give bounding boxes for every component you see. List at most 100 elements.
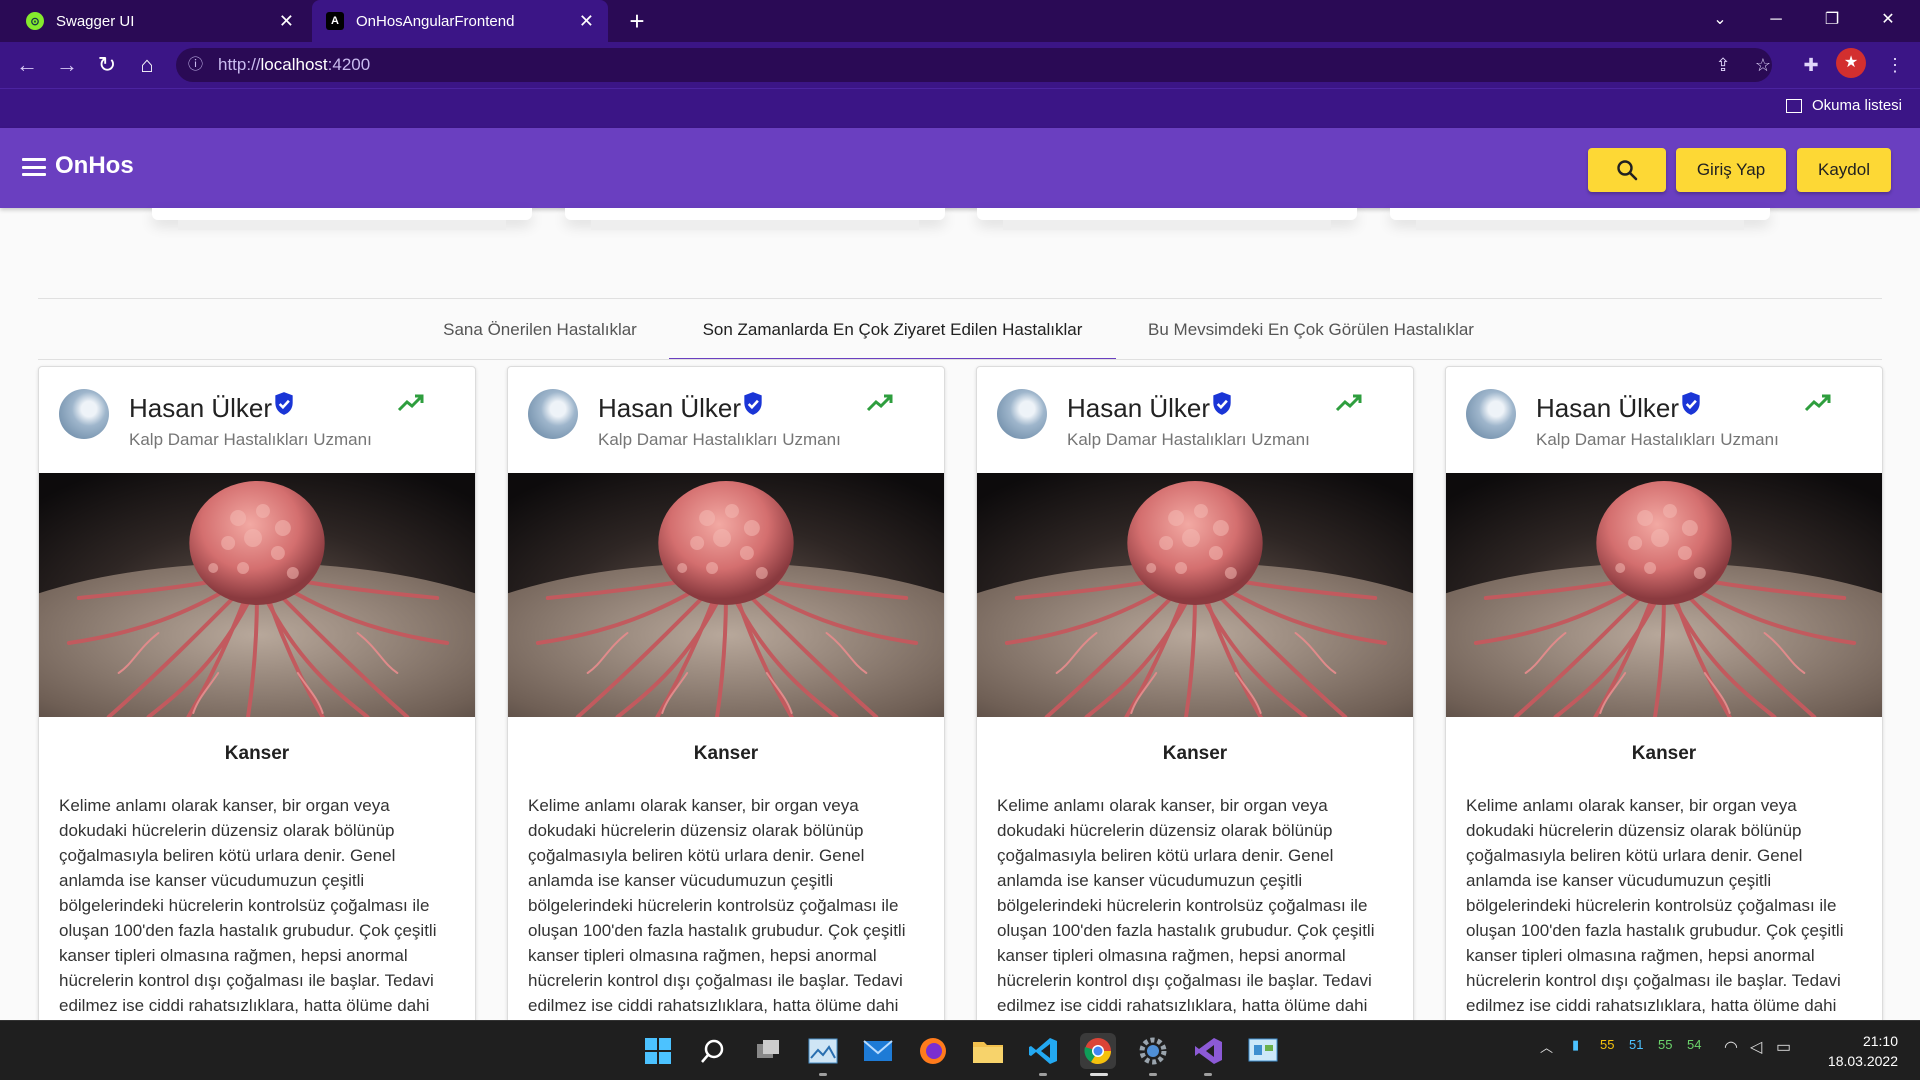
- tab-most-visited[interactable]: Son Zamanlarda En Çok Ziyaret Edilen Has…: [669, 310, 1116, 360]
- wifi-icon[interactable]: ◠: [1724, 1037, 1738, 1057]
- tray-value-1[interactable]: 55: [1600, 1037, 1614, 1052]
- running-indicator: [1204, 1073, 1212, 1076]
- trending-up-icon: [1335, 394, 1362, 412]
- site-info-icon[interactable]: ⓘ: [188, 48, 203, 82]
- task-view-icon[interactable]: [750, 1033, 786, 1069]
- disease-card[interactable]: Hasan Ülker Kalp Damar Hastalıkları Uzma…: [1445, 366, 1883, 1080]
- hamburger-menu-icon[interactable]: [22, 158, 46, 176]
- register-button[interactable]: Kaydol: [1797, 148, 1891, 192]
- author-name[interactable]: Hasan Ülker: [1536, 393, 1679, 424]
- monitor-icon[interactable]: ▮: [1572, 1037, 1579, 1053]
- reading-list-label: Okuma listesi: [1811, 97, 1902, 114]
- visual-studio-icon[interactable]: [1190, 1033, 1226, 1069]
- disease-title[interactable]: Kanser: [1446, 743, 1882, 765]
- profile-avatar[interactable]: ★: [1836, 48, 1866, 78]
- top-card-peek: [565, 208, 945, 230]
- top-card-peek: [977, 208, 1357, 230]
- minimize-button[interactable]: ─: [1748, 0, 1804, 42]
- reading-list-button[interactable]: Okuma listesi: [1785, 97, 1902, 114]
- address-bar[interactable]: ⓘ http://localhost:4200: [176, 48, 1772, 82]
- forward-icon[interactable]: →: [52, 50, 82, 80]
- reading-list-icon: [1785, 98, 1802, 113]
- disease-description: Kelime anlamı olarak kanser, bir organ v…: [997, 796, 1375, 1015]
- disease-description: Kelime anlamı olarak kanser, bir organ v…: [59, 796, 437, 1015]
- tab-title: OnHosAngularFrontend: [356, 12, 515, 30]
- mail-icon[interactable]: [860, 1033, 896, 1069]
- volume-icon[interactable]: ◁: [1750, 1037, 1762, 1057]
- disease-card[interactable]: Hasan Ülker Kalp Damar Hastalıkları Uzma…: [507, 366, 945, 1080]
- vscode-icon[interactable]: [1025, 1033, 1061, 1069]
- author-name[interactable]: Hasan Ülker: [598, 393, 741, 424]
- tab-search-icon[interactable]: ⌄: [1692, 0, 1748, 42]
- author-avatar[interactable]: [1466, 389, 1516, 439]
- tab-seasonal[interactable]: Bu Mevsimdeki En Çok Görülen Hastalıklar: [1136, 310, 1486, 360]
- tray-value-2[interactable]: 51: [1629, 1037, 1643, 1052]
- photos-icon[interactable]: [805, 1033, 841, 1069]
- card-header: Hasan Ülker Kalp Damar Hastalıkları Uzma…: [977, 367, 1413, 473]
- card-header: Hasan Ülker Kalp Damar Hastalıkları Uzma…: [1446, 367, 1882, 473]
- disease-title[interactable]: Kanser: [39, 743, 475, 765]
- extensions-icon[interactable]: ✚: [1796, 50, 1826, 80]
- brand-logo[interactable]: OnHos: [55, 152, 134, 180]
- author-avatar[interactable]: [59, 389, 109, 439]
- share-icon[interactable]: ⇪: [1708, 50, 1738, 80]
- back-icon[interactable]: ←: [12, 50, 42, 80]
- browser-tab-swagger[interactable]: ⊙ Swagger UI ✕: [12, 0, 308, 42]
- taskbar: ︿ ▮ 55 51 55 54 ◠ ◁ ▭ 21:10 18.03.2022: [0, 1020, 1920, 1080]
- author-specialty: Kalp Damar Hastalıkları Uzmanı: [598, 430, 841, 449]
- search-icon[interactable]: [695, 1033, 731, 1069]
- settings-gear-icon[interactable]: [1135, 1033, 1171, 1069]
- disease-description: Kelime anlamı olarak kanser, bir organ v…: [528, 796, 906, 1015]
- browser-menu-icon[interactable]: ⋮: [1880, 50, 1910, 80]
- disease-title[interactable]: Kanser: [508, 743, 944, 765]
- author-avatar[interactable]: [997, 389, 1047, 439]
- browser-tab-onhos[interactable]: A OnHosAngularFrontend ✕: [312, 0, 608, 42]
- tab-title: Swagger UI: [56, 12, 135, 30]
- close-icon[interactable]: ✕: [279, 11, 294, 32]
- verified-icon: [275, 392, 293, 415]
- tab-recommended[interactable]: Sana Önerilen Hastalıklar: [430, 310, 650, 360]
- disease-image: [39, 473, 475, 717]
- trending-up-icon: [397, 394, 424, 412]
- reload-icon[interactable]: ↻: [92, 50, 122, 80]
- running-indicator: [1149, 1073, 1157, 1076]
- app-header: OnHos Giriş Yap Kaydol: [0, 128, 1920, 208]
- author-specialty: Kalp Damar Hastalıkları Uzmanı: [129, 430, 372, 449]
- browser-toolbar: ← → ↻ ⌂ ⓘ http://localhost:4200 ⇪ ☆ ✚ ⋮: [0, 42, 1920, 88]
- disease-image: [508, 473, 944, 717]
- window-close-button[interactable]: ✕: [1860, 0, 1916, 42]
- file-explorer-icon[interactable]: [970, 1033, 1006, 1069]
- firefox-icon[interactable]: [915, 1033, 951, 1069]
- trending-up-icon: [1804, 394, 1831, 412]
- disease-card[interactable]: Hasan Ülker Kalp Damar Hastalıkları Uzma…: [976, 366, 1414, 1080]
- battery-icon[interactable]: ▭: [1776, 1037, 1791, 1057]
- tabs-underline: [38, 359, 1882, 360]
- chevron-up-icon[interactable]: ︿: [1540, 1037, 1553, 1056]
- active-indicator: [1090, 1073, 1108, 1076]
- author-name[interactable]: Hasan Ülker: [129, 393, 272, 424]
- disease-title[interactable]: Kanser: [977, 743, 1413, 765]
- url-port: :4200: [327, 55, 371, 74]
- section-divider: [38, 298, 1882, 299]
- control-panel-icon[interactable]: [1245, 1033, 1281, 1069]
- chrome-icon[interactable]: [1080, 1033, 1116, 1069]
- start-icon[interactable]: [640, 1033, 676, 1069]
- tray-value-3[interactable]: 55: [1658, 1037, 1672, 1052]
- new-tab-button[interactable]: +: [622, 6, 652, 36]
- clock-date: 18.03.2022: [1827, 1053, 1898, 1069]
- tray-value-4[interactable]: 54: [1687, 1037, 1701, 1052]
- restore-button[interactable]: ❐: [1804, 0, 1860, 42]
- search-button[interactable]: [1588, 148, 1666, 192]
- close-icon[interactable]: ✕: [579, 11, 594, 32]
- top-card-peek: [1390, 208, 1770, 230]
- author-name[interactable]: Hasan Ülker: [1067, 393, 1210, 424]
- bookmark-star-icon[interactable]: ☆: [1748, 50, 1778, 80]
- search-icon: [1617, 160, 1638, 181]
- url-host: localhost: [260, 55, 328, 74]
- disease-card[interactable]: Hasan Ülker Kalp Damar Hastalıkları Uzma…: [38, 366, 476, 1080]
- swagger-icon: ⊙: [26, 12, 44, 30]
- clock[interactable]: 21:10 18.03.2022: [1828, 1031, 1898, 1071]
- author-avatar[interactable]: [528, 389, 578, 439]
- login-button[interactable]: Giriş Yap: [1676, 148, 1786, 192]
- home-icon[interactable]: ⌂: [132, 50, 162, 80]
